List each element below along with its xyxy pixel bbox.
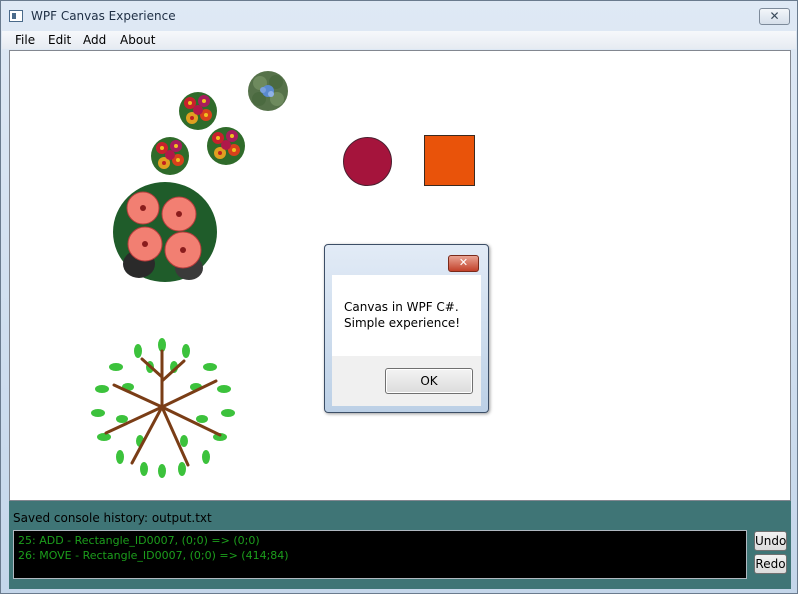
tree-image[interactable]: [88, 337, 236, 479]
pink-flower-image[interactable]: [109, 178, 221, 286]
dialog-message-line: Simple experience!: [344, 316, 461, 330]
app-icon: [9, 10, 23, 22]
console-line: 25: ADD - Rectangle_ID0007, (0;0) => (0;…: [18, 534, 260, 547]
flower-bunch-image[interactable]: [148, 134, 192, 178]
dialog-footer: OK: [332, 356, 481, 406]
dialog-message-line: Canvas in WPF C#.: [344, 300, 459, 314]
dialog-message: Canvas in WPF C#. Simple experience!: [344, 299, 460, 331]
menu-file[interactable]: File: [15, 32, 35, 48]
rectangle-shape[interactable]: [424, 135, 475, 186]
title-bar[interactable]: WPF Canvas Experience ✕: [1, 1, 797, 31]
dialog-close-button[interactable]: ✕: [448, 255, 479, 272]
menu-add[interactable]: Add: [83, 32, 106, 48]
menu-edit[interactable]: Edit: [48, 32, 71, 48]
dialog-body: Canvas in WPF C#. Simple experience!: [332, 275, 481, 356]
blue-flower-image[interactable]: [246, 68, 290, 114]
console-output[interactable]: 25: ADD - Rectangle_ID0007, (0;0) => (0;…: [13, 530, 747, 579]
window-close-button[interactable]: ✕: [759, 8, 790, 25]
status-text: Saved console history: output.txt: [13, 511, 212, 525]
ok-button[interactable]: OK: [385, 368, 473, 394]
console-line: 26: MOVE - Rectangle_ID0007, (0;0) => (4…: [18, 549, 289, 562]
message-dialog: ✕ Canvas in WPF C#. Simple experience! O…: [324, 244, 489, 413]
undo-button[interactable]: Undo: [754, 531, 787, 551]
main-window: WPF Canvas Experience ✕ File Edit Add Ab…: [0, 0, 798, 594]
redo-button[interactable]: Redo: [754, 554, 787, 574]
console-panel: Saved console history: output.txt 25: AD…: [9, 501, 791, 589]
window-title: WPF Canvas Experience: [31, 9, 176, 23]
menu-about[interactable]: About: [120, 32, 155, 48]
circle-shape[interactable]: [343, 137, 392, 186]
menu-bar: File Edit Add About: [2, 31, 796, 49]
flower-bunch-image[interactable]: [204, 124, 248, 168]
